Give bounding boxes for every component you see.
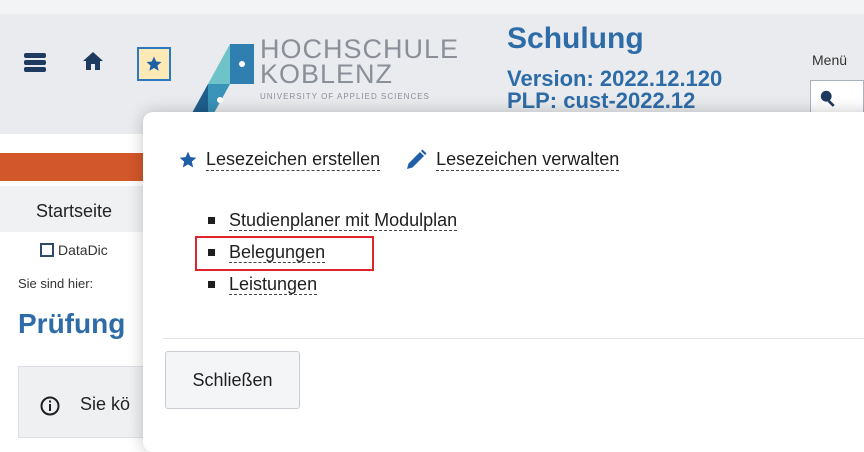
info-text: Sie kö bbox=[80, 394, 131, 414]
create-bookmark-label[interactable]: Lesezeichen erstellen bbox=[206, 149, 381, 171]
plp-text: PLP: cust-2022.12 bbox=[507, 90, 696, 110]
logo-text: HOCHSCHULE KOBLENZ bbox=[260, 34, 460, 89]
manage-bookmarks-label[interactable]: Lesezeichen verwalten bbox=[436, 149, 620, 171]
search-icon bbox=[820, 90, 835, 107]
list-item: Studienplaner mit Modulplan bbox=[208, 204, 458, 236]
home-icon[interactable] bbox=[82, 50, 104, 72]
popover-divider bbox=[163, 338, 864, 339]
logo-subtitle: UNIVERSITY OF APPLIED SCIENCES bbox=[260, 92, 430, 101]
checkbox-icon bbox=[40, 243, 54, 257]
pencil-icon bbox=[407, 149, 427, 169]
close-button[interactable]: Schließen bbox=[165, 351, 300, 409]
bookmark-star-button[interactable] bbox=[137, 47, 171, 81]
star-icon bbox=[146, 56, 162, 71]
nav-startseite[interactable]: Startseite bbox=[36, 201, 112, 222]
highlight-box bbox=[195, 236, 374, 271]
menu-label: Menü bbox=[812, 52, 848, 68]
breadcrumb: Sie sind hier: bbox=[18, 276, 94, 291]
bullet-icon bbox=[208, 216, 215, 224]
bookmark-link-studienplaner[interactable]: Studienplaner mit Modulplan bbox=[229, 210, 458, 231]
app-title: Schulung bbox=[507, 22, 644, 55]
bullet-icon bbox=[208, 280, 215, 288]
version-text: Version: 2022.12.120 bbox=[507, 66, 723, 91]
manage-bookmarks-link[interactable]: Lesezeichen verwalten bbox=[404, 148, 620, 172]
bookmark-link-leistungen[interactable]: Leistungen bbox=[229, 274, 318, 295]
create-bookmark-link[interactable]: Lesezeichen erstellen bbox=[178, 149, 381, 171]
page-title: Prüfung bbox=[18, 308, 126, 339]
bookmark-actions: Lesezeichen erstellen Lesezeichen verwal… bbox=[178, 148, 620, 172]
info-icon bbox=[40, 396, 60, 416]
menu-search-input[interactable] bbox=[810, 80, 864, 114]
datadictionary-label: DataDic bbox=[58, 242, 108, 258]
star-icon bbox=[179, 151, 197, 168]
top-strip bbox=[0, 0, 864, 14]
list-item: Leistungen bbox=[208, 268, 457, 300]
datadictionary-toggle[interactable]: DataDic bbox=[40, 242, 108, 258]
hamburger-menu-icon[interactable] bbox=[24, 53, 46, 73]
